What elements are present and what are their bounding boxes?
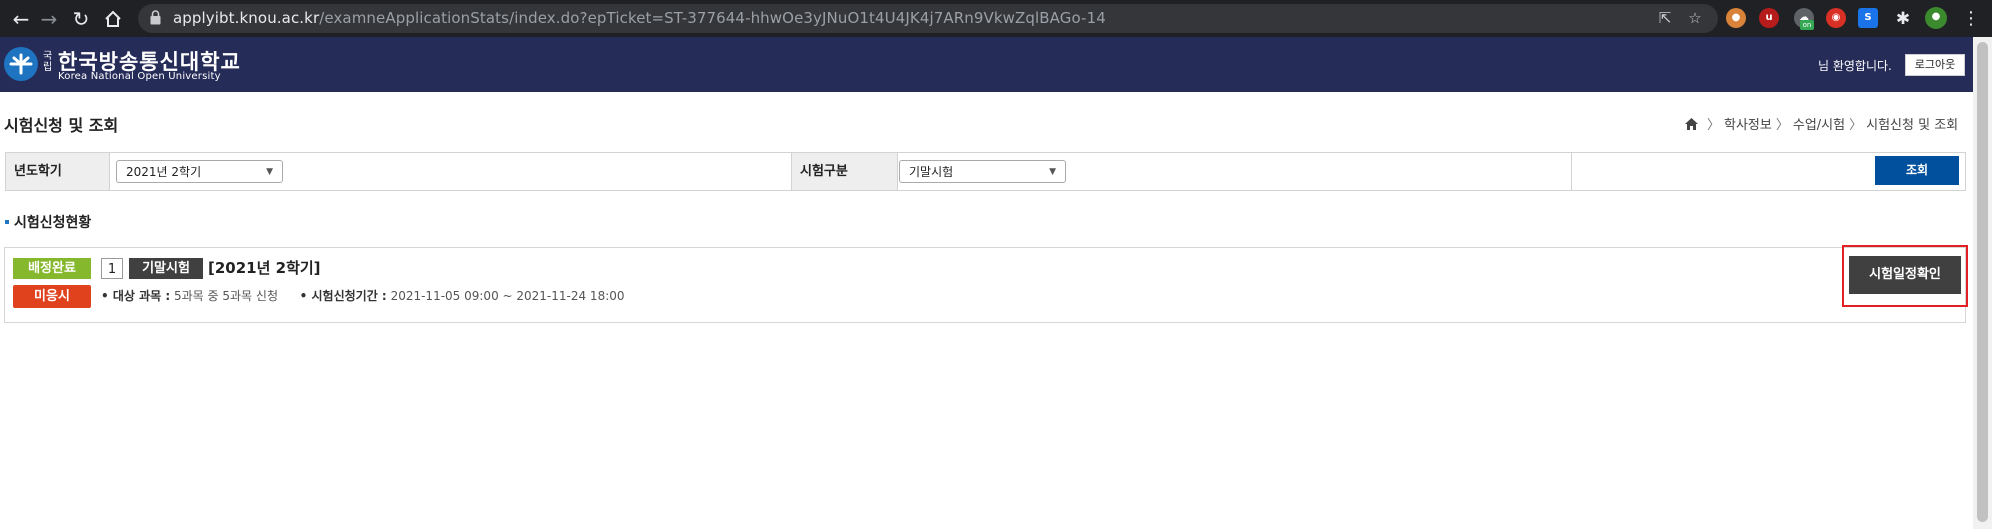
term-label: [2021년 2학기] — [208, 259, 321, 277]
divider — [1571, 153, 1572, 190]
dropdown-caret-icon: ▼ — [1049, 167, 1056, 177]
extension-icon[interactable]: S — [1858, 8, 1878, 28]
search-button[interactable]: 조회 — [1875, 156, 1959, 185]
application-info: • 대상 과목 : 5과목 중 5과목 신청 • 시험신청기간 : 2021-1… — [101, 287, 625, 304]
bookmark-star-icon[interactable]: ☆ — [1685, 8, 1705, 28]
year-term-select[interactable]: 2021년 2학기 ▼ — [116, 160, 283, 183]
exam-schedule-button[interactable]: 시험일정확인 — [1849, 256, 1961, 294]
breadcrumb-item[interactable]: 학사정보 — [1724, 118, 1772, 133]
year-term-value: 2021년 2학기 — [126, 165, 202, 179]
exam-type-label: 시험구분 — [792, 153, 898, 190]
reload-icon[interactable]: ↻ — [68, 6, 94, 32]
status-badge-assigned: 배정완료 — [13, 258, 91, 279]
menu-icon[interactable]: ⋮ — [1958, 6, 1984, 32]
logout-button[interactable]: 로그아웃 — [1905, 54, 1965, 76]
logo-small-text: 국립 — [43, 51, 53, 73]
exam-type-tag: 기말시험 — [129, 258, 203, 279]
status-badge-absent: 미응시 — [13, 285, 91, 308]
exam-type-value: 기말시험 — [909, 165, 954, 179]
share-icon[interactable]: ⇱ — [1655, 8, 1675, 28]
dropdown-caret-icon: ▼ — [266, 167, 273, 177]
extension-icon[interactable]: ● — [1726, 8, 1746, 28]
breadcrumb: 〉 학사정보 〉 수업/시험 〉 시험신청 및 조회 — [1684, 114, 1964, 135]
address-bar[interactable]: applyibt.knou.ac.kr/examneApplicationSta… — [138, 4, 1718, 33]
subjects-value: 5과목 중 5과목 신청 — [174, 289, 278, 303]
logo-english-name: Korea National Open University — [58, 71, 221, 82]
search-filter-bar: 년도학기 2021년 2학기 ▼ 시험구분 기말시험 ▼ 조회 — [5, 152, 1966, 191]
home-icon[interactable] — [1684, 117, 1699, 135]
section-title: 시험신청현황 — [14, 215, 92, 231]
browser-toolbar: ← → ↻ applyibt.knou.ac.kr/examneApplicat… — [0, 0, 1992, 37]
url-path: /examneApplicationStats/index.do?epTicke… — [319, 9, 1106, 27]
extension-icon[interactable]: ◉ — [1826, 8, 1846, 28]
chevron-right-icon: 〉 — [1775, 118, 1789, 133]
welcome-text: 님 환영합니다. — [1818, 59, 1892, 73]
university-logo-icon[interactable] — [4, 47, 38, 81]
chevron-right-icon: 〉 — [1849, 118, 1863, 133]
profile-avatar[interactable]: ● — [1925, 7, 1947, 29]
period-value: 2021-11-05 09:00 ~ 2021-11-24 18:00 — [390, 289, 625, 303]
breadcrumb-item-current: 시험신청 및 조회 — [1866, 118, 1959, 133]
exam-application-status-panel: 배정완료 미응시 1 기말시험 [2021년 2학기] • 대상 과목 : 5과… — [4, 247, 1966, 323]
chevron-right-icon: 〉 — [1707, 118, 1721, 133]
scrollbar-thumb[interactable] — [1977, 42, 1988, 522]
section-bullet-icon — [5, 220, 9, 224]
page-title: 시험신청 및 조회 — [4, 116, 119, 135]
url-host: applyibt.knou.ac.kr — [173, 9, 320, 27]
lock-icon[interactable] — [150, 10, 161, 25]
extension-badge: on — [1800, 20, 1814, 30]
forward-icon[interactable]: → — [36, 6, 62, 32]
puzzle-icon[interactable]: ✱ — [1890, 6, 1916, 32]
back-icon[interactable]: ← — [8, 6, 34, 32]
home-icon[interactable] — [100, 6, 126, 32]
exam-type-select[interactable]: 기말시험 ▼ — [899, 160, 1066, 183]
extension-icon[interactable]: u — [1759, 8, 1779, 28]
breadcrumb-item[interactable]: 수업/시험 — [1793, 118, 1845, 133]
subjects-label: • 대상 과목 : — [101, 289, 171, 303]
round-number: 1 — [101, 258, 123, 279]
period-label: • 시험신청기간 : — [299, 289, 387, 303]
url-text[interactable]: applyibt.knou.ac.kr/examneApplicationSta… — [173, 9, 1106, 27]
site-header: 국립 한국방송통신대학교 Korea National Open Univers… — [0, 37, 1973, 92]
year-term-label: 년도학기 — [6, 153, 110, 190]
